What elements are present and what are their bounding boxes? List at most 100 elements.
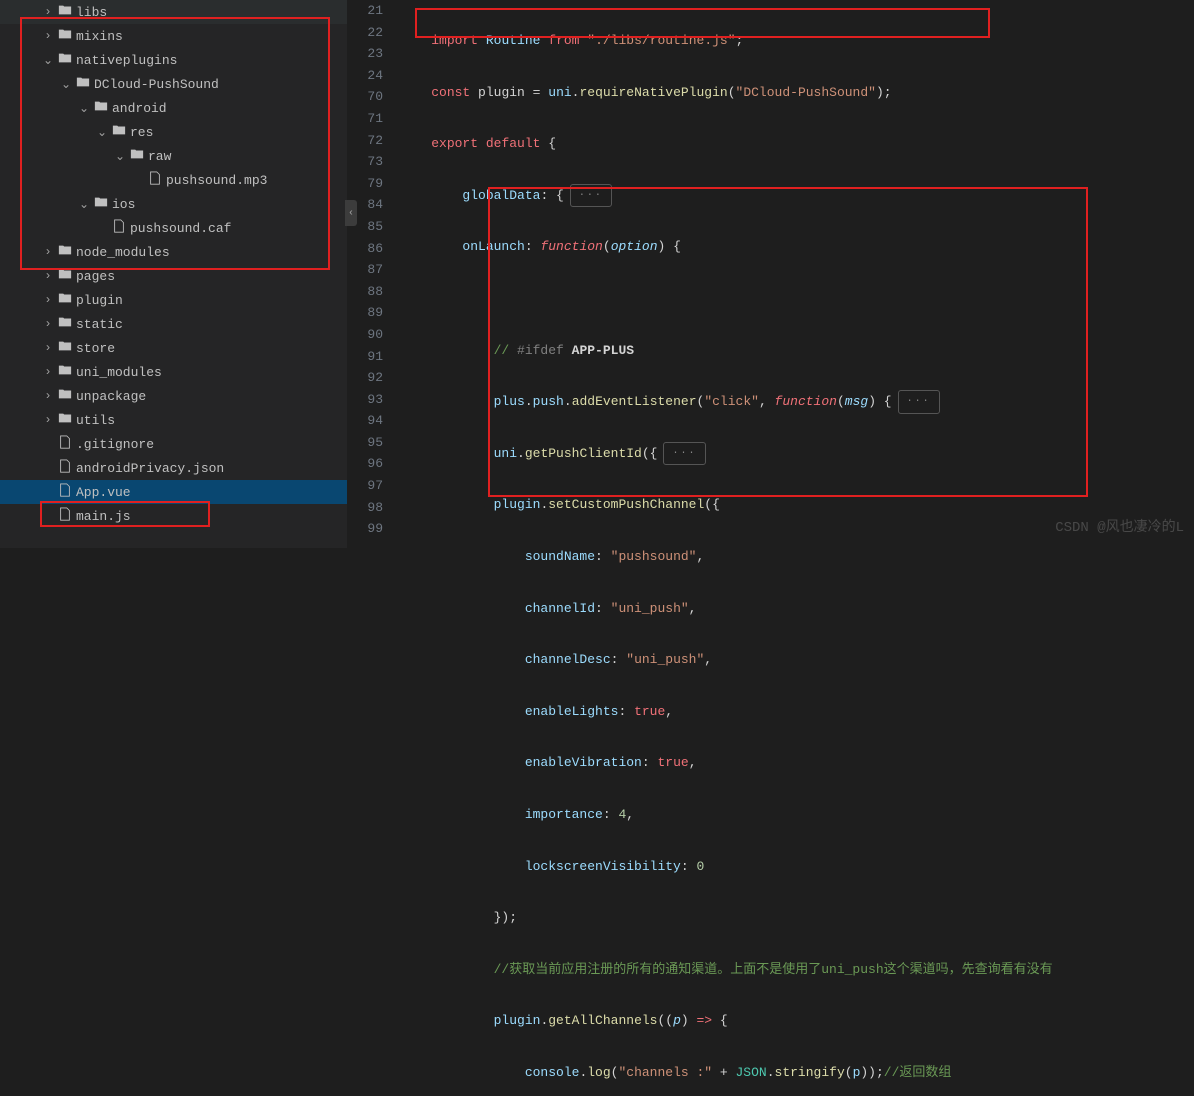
file-explorer-sidebar: ›libs ›mixins ⌄nativeplugins ⌄DCloud-Pus… [0,0,348,548]
line-number: 96 [348,453,383,475]
line-number: 89 [348,302,383,324]
code-editor[interactable]: 21 22 23 24 70 71 72 73 79 84 85 86 87 8… [348,0,1194,548]
panel-collapse-handle[interactable]: ‹ [345,200,357,226]
chevron-right-icon: › [40,269,56,283]
chevron-down-icon: ⌄ [40,53,56,68]
code-line: export default { [400,133,1194,155]
tree-item-pushsound-mp3[interactable]: pushsound.mp3 [0,168,347,192]
line-number: 70 [348,86,383,108]
tree-item-static[interactable]: › static [0,312,347,336]
tree-item-res[interactable]: ⌄res [0,120,347,144]
tree-item-uni-modules[interactable]: ›uni_modules [0,360,347,384]
file-icon [56,435,74,453]
tree-item-plugin[interactable]: › plugin [0,288,347,312]
line-number: 92 [348,367,383,389]
fold-icon[interactable]: ··· [570,184,612,208]
tree-item-utils[interactable]: ›utils [0,408,347,432]
tree-item-node-modules[interactable]: ›node_modules [0,240,347,264]
line-number: 79 [348,173,383,195]
chevron-down-icon: ⌄ [58,77,74,92]
chevron-right-icon: › [40,413,56,427]
folder-icon [128,147,146,165]
folder-icon [92,195,110,213]
tree-label: mixins [74,29,123,44]
code-line: plugin.setCustomPushChannel({ [400,494,1194,516]
tree-label: android [110,101,167,116]
code-line: importance: 4, [400,804,1194,826]
fold-icon[interactable]: ··· [663,442,705,466]
chevron-down-icon: ⌄ [112,149,128,164]
vue-file-icon [56,483,74,501]
tree-label: plugin [74,293,123,308]
tree-label: pushsound.mp3 [164,173,267,188]
folder-icon [74,75,92,93]
line-number: 99 [348,518,383,540]
code-line: onLaunch: function(option) { [400,236,1194,258]
line-number: 21 [348,0,383,22]
tree-item-store[interactable]: ›store [0,336,347,360]
line-number: 24 [348,65,383,87]
tree-item-dcloud-pushsound[interactable]: ⌄DCloud-PushSound [0,72,347,96]
line-number: 86 [348,238,383,260]
code-line: //获取当前应用注册的所有的通知渠道。上面不是使用了uni_push这个渠道吗，… [400,959,1194,981]
tree-item-android[interactable]: ⌄ android [0,96,347,120]
file-icon [56,507,74,525]
tree-item-unpackage[interactable]: ›unpackage [0,384,347,408]
line-number: 72 [348,130,383,152]
tree-item-app-vue[interactable]: App.vue [0,480,347,504]
tree-label: main.js [74,509,131,524]
line-number: 71 [348,108,383,130]
code-line: console.log("channels :" + JSON.stringif… [400,1062,1194,1084]
tree-item-raw[interactable]: ⌄raw [0,144,347,168]
tree-label: App.vue [74,485,131,500]
line-number: 95 [348,432,383,454]
tree-label: unpackage [74,389,146,404]
chevron-right-icon: › [40,341,56,355]
line-number: 87 [348,259,383,281]
file-icon [56,459,74,477]
line-number: 73 [348,151,383,173]
tree-item-gitignore[interactable]: .gitignore [0,432,347,456]
chevron-right-icon: › [40,293,56,307]
tree-item-nativeplugins[interactable]: ⌄ nativeplugins [0,48,347,72]
code-line: plus.push.addEventListener("click", func… [400,391,1194,413]
tree-item-mixins[interactable]: › mixins [0,24,347,48]
tree-item-androidprivacy[interactable]: androidPrivacy.json [0,456,347,480]
folder-icon [56,411,74,429]
code-line: plugin.getAllChannels((p) => { [400,1010,1194,1032]
line-number: 98 [348,497,383,519]
folder-icon [56,27,74,45]
chevron-right-icon: › [40,245,56,259]
folder-icon [56,3,74,21]
line-number: 22 [348,22,383,44]
tree-label: uni_modules [74,365,162,380]
folder-icon [56,339,74,357]
folder-icon [110,123,128,141]
line-number: 93 [348,389,383,411]
tree-label: androidPrivacy.json [74,461,224,476]
chevron-down-icon: ⌄ [76,197,92,212]
code-line: const plugin = uni.requireNativePlugin("… [400,82,1194,104]
tree-label: .gitignore [74,437,154,452]
code-line: globalData: {··· [400,185,1194,207]
chevron-down-icon: ⌄ [76,101,92,116]
tree-item-ios[interactable]: ⌄ios [0,192,347,216]
line-number: 90 [348,324,383,346]
tree-label: nativeplugins [74,53,177,68]
fold-icon[interactable]: ··· [898,390,940,414]
folder-icon [92,99,110,117]
folder-icon [56,291,74,309]
code-content[interactable]: import Routine from "./libs/routine.js";… [392,0,1194,548]
code-line: channelDesc: "uni_push", [400,649,1194,671]
tree-item-pages[interactable]: ›pages [0,264,347,288]
chevron-right-icon: › [40,29,56,43]
chevron-right-icon: › [40,317,56,331]
tree-item-libs[interactable]: ›libs [0,0,347,24]
tree-item-pushsound-caf[interactable]: pushsound.caf [0,216,347,240]
line-number: 94 [348,410,383,432]
code-line: import Routine from "./libs/routine.js"; [400,30,1194,52]
tree-label: static [74,317,123,332]
tree-item-main-js[interactable]: main.js [0,504,347,528]
line-number-gutter: 21 22 23 24 70 71 72 73 79 84 85 86 87 8… [348,0,392,548]
code-line: enableLights: true, [400,701,1194,723]
